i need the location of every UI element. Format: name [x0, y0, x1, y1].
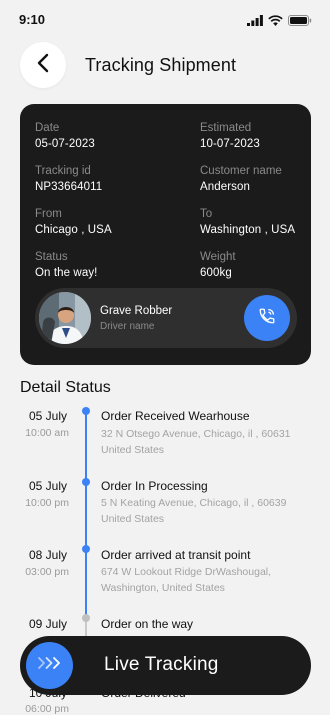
chevron-left-icon: [37, 53, 49, 78]
back-button[interactable]: [20, 42, 66, 88]
event-address-line: 32 N Otsego Avenue, Chicago, il , 60631: [101, 428, 291, 440]
date-value: 05-07-2023: [35, 138, 95, 150]
event-address: 5 N Keating Avenue, Chicago, il , 60639 …: [101, 495, 316, 527]
event-address: 32 N Otsego Avenue, Chicago, il , 60631 …: [101, 426, 316, 458]
event-address-line: United States: [101, 444, 165, 456]
from-field: From Chicago , USA: [35, 207, 112, 237]
event-title: Order on the way: [101, 617, 194, 631]
event-time: 10:00 am: [25, 427, 69, 439]
status-field: Status On the way!: [35, 250, 97, 280]
signal-icon: [247, 13, 263, 31]
weight-field: Weight 600kg: [200, 250, 236, 280]
status-icons: [247, 13, 312, 31]
tracking-field: Tracking id NP33664011: [35, 164, 102, 194]
driver-role: Driver name: [100, 321, 155, 332]
event-date: 05 July: [28, 479, 67, 493]
page-title: Tracking Shipment: [85, 55, 237, 75]
from-value: Chicago , USA: [35, 224, 112, 236]
event-title: Order In Processing: [101, 479, 208, 493]
status-value: On the way!: [35, 267, 98, 279]
estimated-value: 10-07-2023: [200, 138, 260, 150]
event-title: Order arrived at transit point: [101, 548, 251, 562]
battery-icon: [288, 13, 312, 31]
event-address-line: 5 N Keating Avenue, Chicago, il , 60639: [101, 497, 287, 509]
event-address-line: United States: [101, 513, 165, 525]
event-title: Order Received Wearhouse: [101, 409, 250, 423]
customer-field: Customer name Anderson: [200, 164, 282, 194]
estimated-field: Estimated 10-07-2023: [200, 121, 260, 151]
header: Tracking Shipment: [0, 42, 330, 92]
event-date: 09 July: [28, 617, 67, 631]
event-address-line: Washington, United States: [101, 582, 225, 594]
driver-panel: Grave Robber Driver name: [35, 288, 297, 348]
shipment-card: Date 05-07-2023 Estimated 10-07-2023 Tra…: [20, 104, 311, 365]
date-label: Date: [35, 122, 60, 134]
to-label: To: [200, 208, 213, 220]
call-button[interactable]: [244, 295, 290, 341]
timeline-dot: [82, 407, 90, 415]
driver-avatar: [39, 292, 91, 344]
event-address-line: 674 W Lookout Ridge DrWashougal,: [101, 566, 272, 578]
weight-value: 600kg: [200, 267, 232, 279]
timeline-dot: [82, 478, 90, 486]
event-time: 03:00 pm: [25, 566, 69, 578]
event-date: 05 July: [28, 409, 67, 423]
to-value: Washington , USA: [200, 224, 296, 236]
phone-icon: [258, 307, 276, 330]
wifi-icon: [268, 13, 283, 31]
tracking-label: Tracking id: [35, 165, 91, 177]
detail-status-title: Detail Status: [20, 379, 111, 396]
timeline-dot: [82, 614, 90, 622]
live-tracking-bar[interactable]: Live Tracking: [20, 636, 311, 695]
event-time: 06:00 pm: [25, 703, 69, 715]
driver-name: Grave Robber: [100, 305, 173, 317]
live-tracking-slide-button[interactable]: [26, 642, 73, 689]
status-bar: 9:10: [0, 0, 330, 40]
status-time: 9:10: [19, 12, 46, 27]
event-time: 10:00 pm: [25, 497, 69, 509]
estimated-label: Estimated: [200, 122, 252, 134]
tracking-value: NP33664011: [35, 181, 103, 193]
from-label: From: [35, 208, 62, 220]
timeline-progress-line: [85, 410, 87, 620]
status-label: Status: [35, 251, 68, 263]
chevrons-right-icon: [37, 656, 63, 675]
timeline-dot: [82, 545, 90, 553]
date-field: Date 05-07-2023: [35, 121, 95, 151]
event-date: 08 July: [28, 548, 67, 562]
live-tracking-label: Live Tracking: [104, 654, 219, 675]
customer-value: Anderson: [200, 181, 251, 193]
event-address: 674 W Lookout Ridge DrWashougal, Washing…: [101, 564, 316, 596]
customer-label: Customer name: [200, 165, 282, 177]
to-field: To Washington , USA: [200, 207, 295, 237]
weight-label: Weight: [200, 251, 236, 263]
